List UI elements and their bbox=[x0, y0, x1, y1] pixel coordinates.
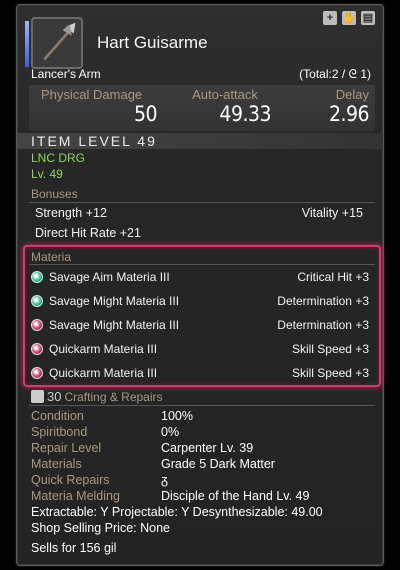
stat-physical-damage: Physical Damage 50 bbox=[41, 87, 158, 126]
item-tooltip: + ✋ ▤ Hart Guisarme Lancer's Arm (Total:… bbox=[16, 4, 384, 566]
materia-row[interactable]: Savage Might Materia III Determination +… bbox=[31, 315, 369, 335]
sell-price: Sells for 156 gil bbox=[31, 541, 117, 555]
extract-info: Extractable: Y Projectable: Y Desynthesi… bbox=[31, 505, 323, 519]
materia-title: Materia bbox=[31, 250, 72, 264]
hammer-icon bbox=[31, 390, 44, 403]
materia-slot-icon: ᘓ bbox=[348, 67, 357, 81]
stat-band: Physical Damage 50 Auto-attack 49.33 Del… bbox=[29, 85, 375, 131]
bonus-row: Strength +12 Vitality +15 bbox=[35, 206, 363, 220]
materia-row[interactable]: Savage Aim Materia III Critical Hit +3 bbox=[31, 267, 369, 287]
weapon-icon bbox=[31, 17, 83, 69]
item-level: ITEM LEVEL 49 bbox=[31, 133, 157, 149]
repair-level-row: Repair Level Carpenter Lv. 39 bbox=[31, 441, 254, 455]
hand-icon[interactable]: ✋ bbox=[342, 11, 356, 25]
item-name: Hart Guisarme bbox=[97, 33, 208, 52]
materia-row[interactable]: Quickarm Materia III Skill Speed +3 bbox=[31, 363, 369, 383]
materia-orb-icon bbox=[31, 343, 43, 355]
equip-level: Lv. 49 bbox=[31, 167, 63, 181]
divider bbox=[29, 405, 375, 406]
materia-orb-icon bbox=[31, 367, 43, 379]
materia-orb-icon bbox=[31, 271, 43, 283]
spiritbond-row: Spiritbond 0% bbox=[31, 425, 180, 439]
shop-price: Shop Selling Price: None bbox=[31, 521, 170, 535]
class-row: Lancer's Arm (Total:2 / ᘓ 1) bbox=[31, 67, 371, 82]
item-category: Lancer's Arm bbox=[31, 67, 101, 81]
materia-row[interactable]: Quickarm Materia III Skill Speed +3 bbox=[31, 339, 369, 359]
materia-melding-row: Materia Melding Disciple of the Hand Lv. … bbox=[31, 489, 310, 503]
class-jobs: LNC DRG bbox=[31, 151, 86, 165]
rarity-bar bbox=[25, 21, 29, 67]
materia-total: (Total:2 / ᘓ 1) bbox=[299, 67, 371, 81]
stat-auto-attack: Auto-attack 49.33 bbox=[192, 87, 271, 126]
bonus-row: Direct Hit Rate +21 bbox=[35, 226, 141, 240]
armoire-icon[interactable]: ▤ bbox=[361, 11, 375, 25]
materials-row: Materials Grade 5 Dark Matter bbox=[31, 457, 275, 471]
stat-delay: Delay 2.96 bbox=[328, 87, 370, 126]
condition-row: Condition 100% bbox=[31, 409, 193, 423]
materia-row[interactable]: Savage Might Materia III Determination +… bbox=[31, 291, 369, 311]
quick-repairs-row: Quick Repairs ᵹ bbox=[31, 473, 168, 487]
materia-orb-icon bbox=[31, 295, 43, 307]
divider bbox=[29, 264, 375, 265]
plus-icon[interactable]: + bbox=[323, 11, 337, 25]
crafting-header: 30 Crafting & Repairs bbox=[31, 389, 163, 404]
tooltip-toolbar: + ✋ ▤ bbox=[323, 11, 375, 25]
materia-orb-icon bbox=[31, 319, 43, 331]
bonuses-title: Bonuses bbox=[31, 187, 78, 201]
divider bbox=[29, 202, 375, 203]
